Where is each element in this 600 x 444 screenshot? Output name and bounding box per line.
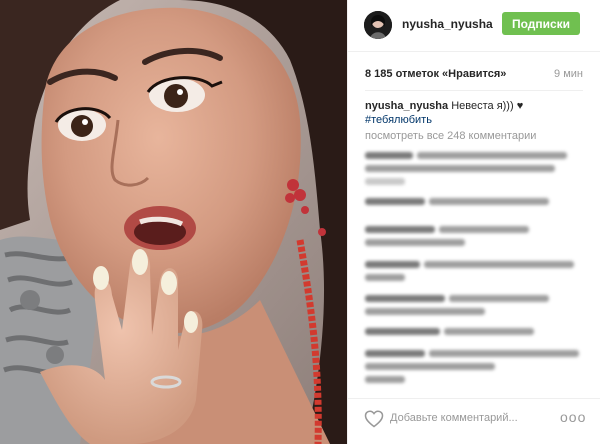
post-header: nyusha_nyusha Подписки	[348, 0, 600, 52]
list-item	[365, 363, 495, 370]
list-item	[365, 152, 413, 159]
list-item	[365, 308, 485, 315]
list-item	[417, 152, 567, 159]
list-item	[365, 178, 405, 185]
list-item	[365, 328, 440, 335]
list-item	[365, 165, 555, 172]
post-caption: nyusha_nyusha Невеста я))) ♥ #тебялюбить	[365, 99, 585, 127]
post-meta: 8 185 отметок «Нравится» 9 мин	[365, 68, 583, 84]
list-item	[365, 198, 425, 205]
list-item	[444, 328, 534, 335]
post-photo[interactable]	[0, 0, 347, 444]
comments-list-blurred	[365, 148, 587, 390]
list-item	[439, 226, 529, 233]
caption-text: Невеста я))) ♥	[451, 100, 524, 112]
list-item	[429, 198, 549, 205]
list-item	[365, 261, 420, 268]
caption-username[interactable]: nyusha_nyusha	[365, 100, 448, 112]
list-item	[365, 295, 445, 302]
list-item	[365, 274, 405, 281]
divider	[365, 90, 583, 91]
list-item	[365, 226, 435, 233]
comment-footer: ooo	[348, 398, 600, 444]
post-side-panel: nyusha_nyusha Подписки 8 185 отметок «Нр…	[347, 0, 600, 444]
follow-button[interactable]: Подписки	[502, 12, 580, 35]
list-item	[429, 350, 579, 357]
add-comment-input[interactable]	[390, 409, 550, 427]
avatar[interactable]	[364, 11, 392, 39]
list-item	[449, 295, 549, 302]
list-item	[424, 261, 574, 268]
username-link[interactable]: nyusha_nyusha	[402, 17, 493, 31]
list-item	[365, 239, 465, 246]
post-time[interactable]: 9 мин	[554, 68, 583, 80]
view-all-comments-link[interactable]: посмотреть все 248 комментарии	[365, 130, 536, 142]
list-item	[365, 350, 425, 357]
list-item	[365, 376, 405, 383]
more-options-icon[interactable]: ooo	[560, 409, 586, 425]
caption-hashtag[interactable]: #тебялюбить	[365, 113, 585, 127]
heart-icon[interactable]	[364, 409, 384, 429]
likes-count[interactable]: 8 185 отметок «Нравится»	[365, 68, 506, 80]
